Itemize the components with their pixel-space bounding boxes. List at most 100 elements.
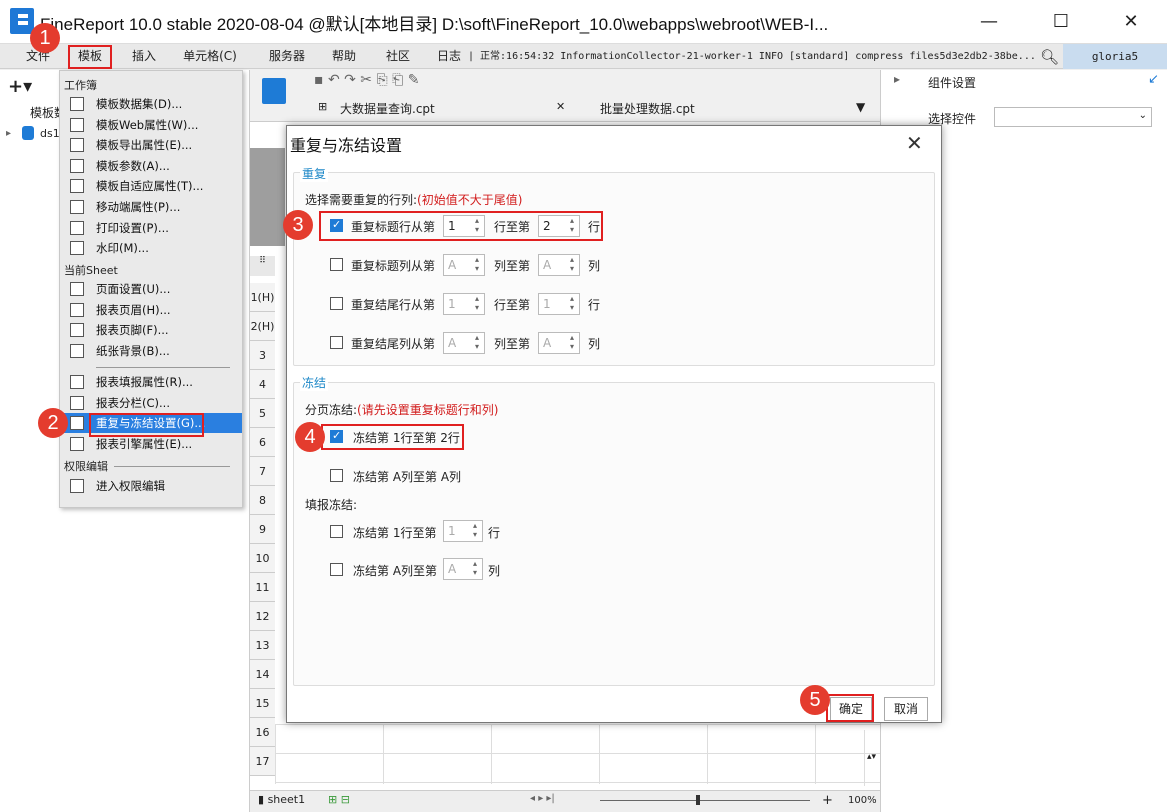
repeat-from-spinner-3[interactable]: A ▴ ▾	[443, 332, 485, 354]
menu-item-items1-3[interactable]: 模板参数(A)...	[60, 156, 242, 176]
sheet-nav-arrows[interactable]: ◂ ▸ ▸|	[530, 793, 555, 804]
menu-item-items1-0[interactable]: 模板数据集(D)...	[60, 94, 242, 114]
repeat-end-1: 列	[588, 259, 601, 273]
repeat-end-2: 行	[588, 298, 601, 312]
spinner-arrows-icon[interactable]: ▴ ▾	[471, 333, 483, 353]
cancel-button[interactable]: 取消	[884, 697, 928, 721]
row-header[interactable]: 11	[250, 573, 275, 602]
menu-item-items1-5[interactable]: 移动端属性(P)...	[60, 197, 242, 217]
row-header[interactable]: 12	[250, 602, 275, 631]
close-button[interactable]: ✕	[1108, 0, 1154, 44]
row-header[interactable]: 15	[250, 689, 275, 718]
add-icon[interactable]: +▾	[8, 76, 32, 97]
row-header[interactable]: 10	[250, 544, 275, 573]
row-header[interactable]: 2(H)	[250, 312, 275, 341]
user-name[interactable]: gloria5	[1063, 44, 1167, 69]
freeze-cols-checkbox[interactable]	[330, 469, 343, 482]
grid-cells[interactable]	[275, 724, 880, 784]
fill-freeze-cols-spinner[interactable]: A ▴ ▾	[443, 558, 483, 580]
spinner-arrows-icon[interactable]: ▴ ▾	[471, 294, 483, 314]
row-header[interactable]: 13	[250, 631, 275, 660]
menu-cell[interactable]: 单元格(C)	[180, 44, 240, 69]
tab-icon: ⊞	[318, 100, 328, 113]
row-header[interactable]: 5	[250, 399, 275, 428]
menu-server[interactable]: 服务器	[262, 44, 312, 69]
zoom-slider[interactable]	[600, 800, 810, 801]
select-widget-dropdown[interactable]: ⌄	[994, 107, 1152, 127]
toolbar-icons[interactable]: ▪ ↶ ↷ ✂ ⎘ ⎗ ✎	[314, 72, 420, 88]
tab-close-icon[interactable]: ✕	[556, 100, 565, 113]
tab-list-icon[interactable]: ▼	[856, 100, 865, 114]
spinner-arrows-icon[interactable]: ▴ ▾	[471, 255, 483, 275]
row-header[interactable]: 6	[250, 428, 275, 457]
scrollbar-vertical[interactable]: ▴▾	[864, 730, 878, 786]
step-badge-4: 4	[295, 422, 325, 452]
tab-big-data-query[interactable]: 大数据量查询.cpt	[340, 100, 435, 117]
menu-insert[interactable]: 插入	[124, 44, 164, 69]
menu-item-enter-permission[interactable]: 进入权限编辑	[60, 476, 242, 496]
sheet-tab[interactable]: ▮ sheet1	[258, 793, 305, 806]
menu-community[interactable]: 社区	[380, 44, 416, 69]
collapse-icon[interactable]: ▸	[894, 72, 900, 86]
menu-help[interactable]: 帮助	[326, 44, 362, 69]
row-header[interactable]: 7	[250, 457, 275, 486]
fill-freeze-rows-checkbox[interactable]	[330, 525, 343, 538]
repeat-from-spinner-2[interactable]: 1 ▴ ▾	[443, 293, 485, 315]
dialog-title: 重复与冻结设置	[290, 136, 403, 155]
datasource-item[interactable]: ds1	[40, 127, 60, 140]
fill-freeze-cols-checkbox[interactable]	[330, 563, 343, 576]
row-header[interactable]: 1(H)	[250, 283, 275, 312]
spinner-arrows-icon[interactable]: ▴ ▾	[469, 521, 481, 541]
dialog-close-icon[interactable]: ✕	[906, 131, 923, 155]
minimize-button[interactable]: —	[966, 0, 1012, 44]
menu-item-items3-0[interactable]: 报表填报属性(R)...	[60, 372, 242, 392]
menu-item-items2-0[interactable]: 页面设置(U)...	[60, 279, 242, 299]
menu-item-items1-4[interactable]: 模板自适应属性(T)...	[60, 176, 242, 196]
row-header[interactable]: 17	[250, 747, 275, 776]
fill-freeze-rows-spinner[interactable]: 1 ▴ ▾	[443, 520, 483, 542]
menu-item-label: 模板自适应属性(T)...	[96, 179, 204, 194]
menu-log[interactable]: 日志	[432, 44, 466, 69]
grid-corner[interactable]: ⠿	[250, 256, 275, 276]
menu-item-items1-6[interactable]: 打印设置(P)...	[60, 218, 242, 238]
menu-item-items3-1[interactable]: 报表分栏(C)...	[60, 393, 242, 413]
menu-item-icon	[70, 241, 84, 256]
spinner-arrows-icon[interactable]: ▴ ▾	[566, 333, 578, 353]
repeat-to-spinner-1[interactable]: A ▴ ▾	[538, 254, 580, 276]
menu-item-items1-1[interactable]: 模板Web属性(W)...	[60, 115, 242, 135]
spinner-value: 1	[448, 297, 456, 311]
log-text: | 正常:16:54:32 InformationCollector-21-wo…	[468, 51, 1036, 62]
menu-item-icon	[70, 323, 84, 338]
zoom-in-icon[interactable]: +	[822, 793, 833, 808]
tab-batch-process[interactable]: 批量处理数据.cpt	[600, 100, 695, 117]
add-sheet-icons[interactable]: ⊞ ⊟	[328, 793, 350, 806]
menu-item-items1-2[interactable]: 模板导出属性(E)...	[60, 135, 242, 155]
window-title: FineReport 10.0 stable 2020-08-04 @默认[本地…	[40, 15, 829, 34]
menu-item-items2-2[interactable]: 报表页脚(F)...	[60, 320, 242, 340]
maximize-button[interactable]: ☐	[1038, 0, 1084, 44]
menu-item-icon	[70, 117, 84, 132]
template-icon[interactable]	[262, 78, 286, 104]
row-header[interactable]: 4	[250, 370, 275, 399]
repeat-checkbox-1[interactable]	[330, 258, 343, 271]
expand-arrow-icon[interactable]: ▸	[6, 128, 11, 139]
menu-item-items2-3[interactable]: 纸张背景(B)...	[60, 341, 242, 361]
row-header[interactable]: 14	[250, 660, 275, 689]
repeat-checkbox-2[interactable]	[330, 297, 343, 310]
pin-icon[interactable]: ↙	[1148, 72, 1159, 87]
row-header[interactable]: 9	[250, 515, 275, 544]
repeat-to-spinner-3[interactable]: A ▴ ▾	[538, 332, 580, 354]
menu-item-items2-1[interactable]: 报表页眉(H)...	[60, 300, 242, 320]
spinner-arrows-icon[interactable]: ▴ ▾	[566, 255, 578, 275]
repeat-checkbox-3[interactable]	[330, 336, 343, 349]
spinner-arrows-icon[interactable]: ▴ ▾	[469, 559, 481, 579]
row-header[interactable]: 16	[250, 718, 275, 747]
row-header[interactable]: 3	[250, 341, 275, 370]
row-header[interactable]: 8	[250, 486, 275, 515]
repeat-from-spinner-1[interactable]: A ▴ ▾	[443, 254, 485, 276]
spinner-arrows-icon[interactable]: ▴ ▾	[566, 294, 578, 314]
search-icon[interactable]: 🔍︎	[1040, 48, 1059, 66]
menu-item-items1-7[interactable]: 水印(M)...	[60, 238, 242, 258]
repeat-to-spinner-2[interactable]: 1 ▴ ▾	[538, 293, 580, 315]
zoom-handle[interactable]	[696, 795, 700, 805]
